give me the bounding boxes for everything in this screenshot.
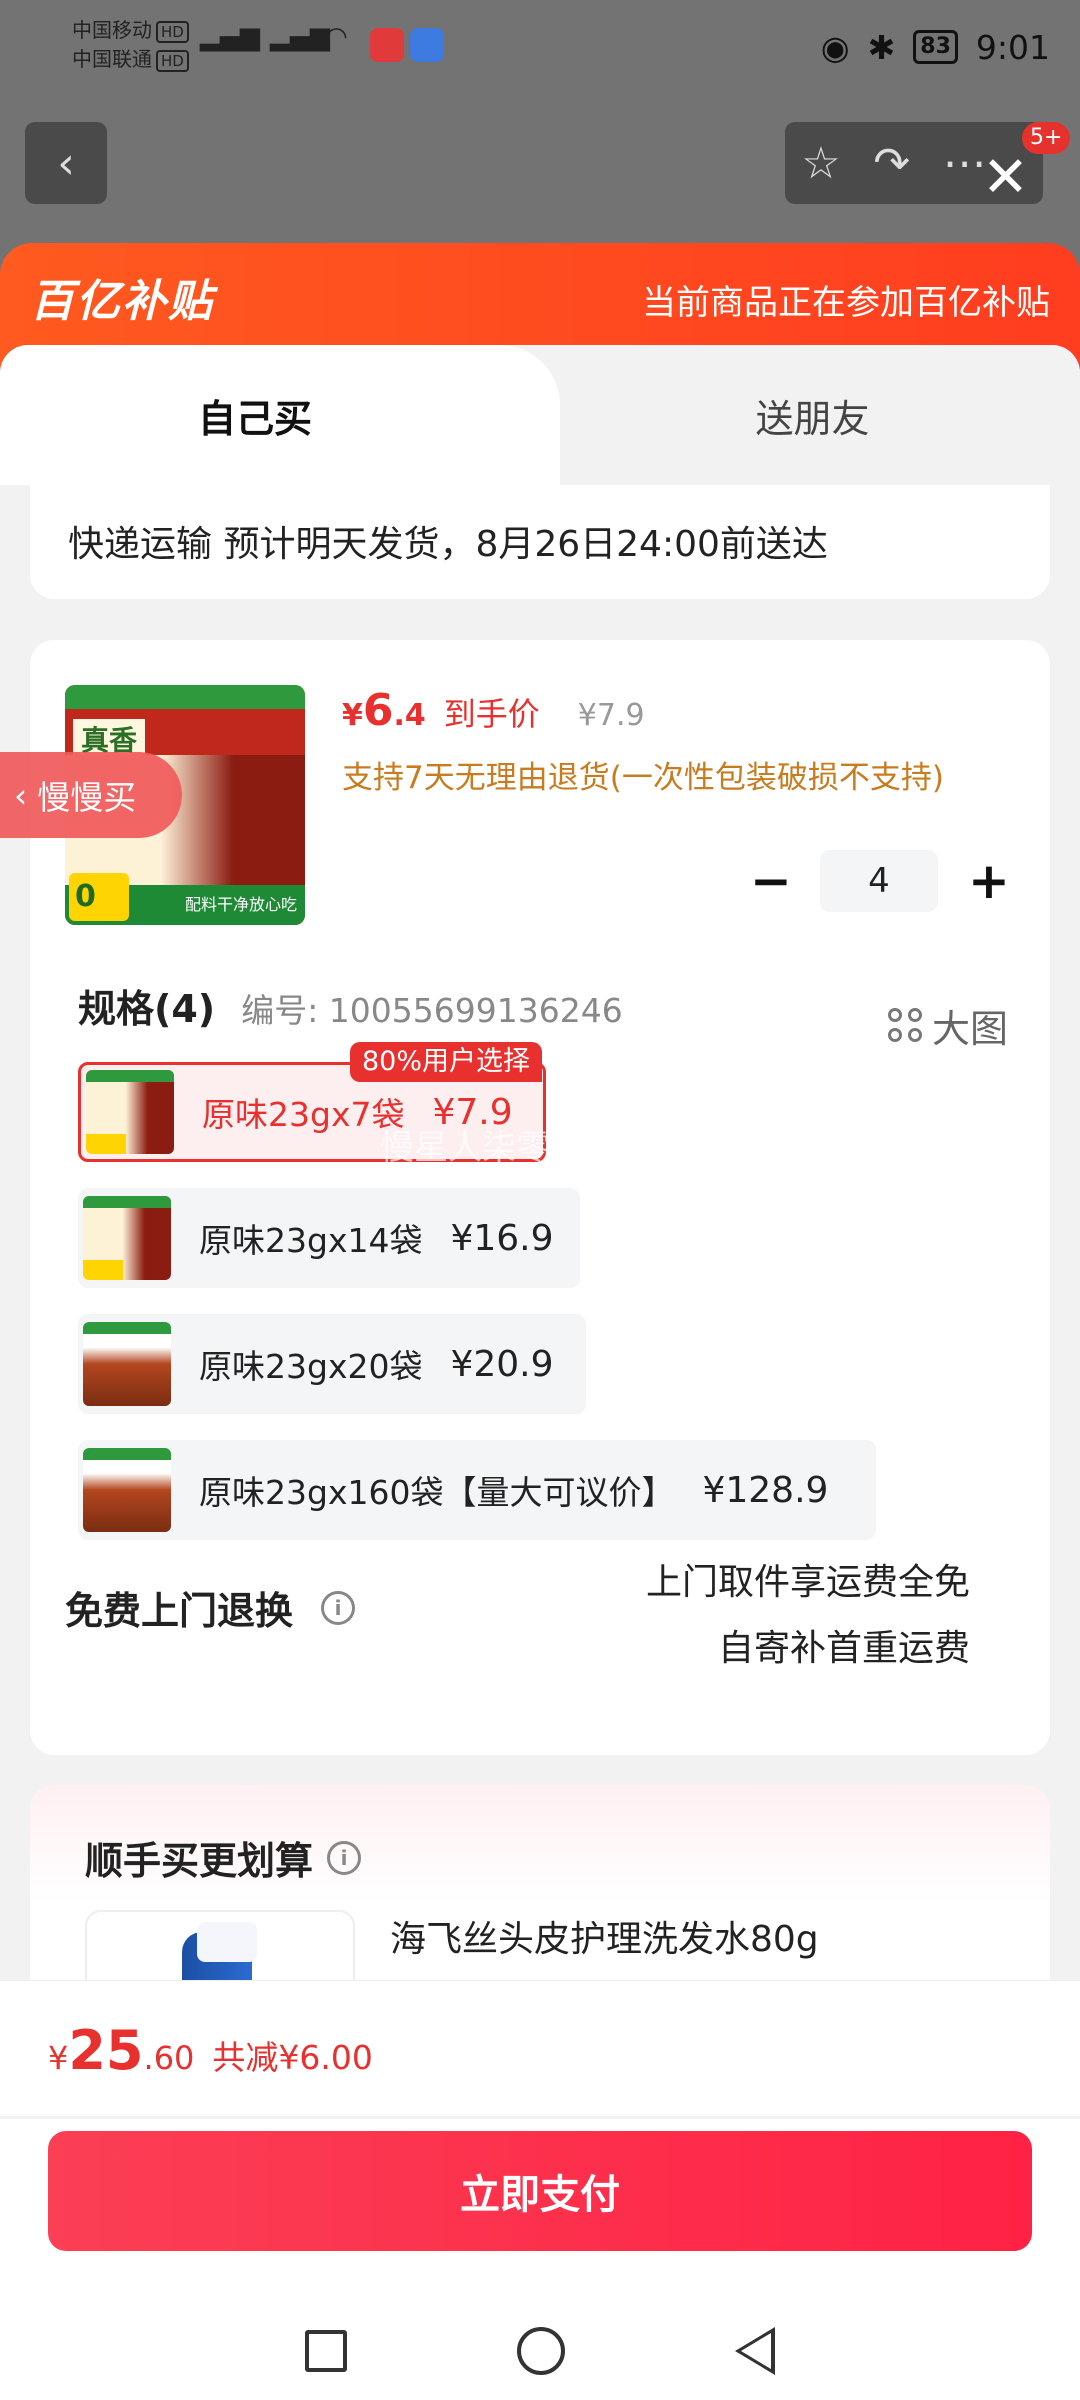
decrease-button[interactable]: − [750,852,792,910]
wifi-icon: ◠ [325,22,348,52]
big-image-label: 大图 [931,1006,1008,1051]
footer-divider [0,2116,1080,2119]
battery-indicator: 83 [913,30,958,64]
delivery-info: 快递运输 预计明天发货，8月26日24:00前送达 [30,485,1050,599]
free-return: 免费上门退换 i [65,1580,356,1635]
product-code: 编号: 10055699136246 [241,991,623,1030]
app-notification-icon [370,28,404,62]
increase-button[interactable]: + [968,852,1010,910]
grid-icon [887,1008,922,1042]
subsidy-text: 当前商品正在参加百亿补贴 [642,283,1050,323]
price-int: 6 [362,685,394,736]
side-float-label: 慢慢买 [37,778,137,817]
tab-gift[interactable]: 送朋友 [545,345,1080,485]
upsell-title-text: 顺手买更划算 [85,1839,314,1883]
back-button[interactable]: ‹ [25,122,107,204]
subsidy-logo: 百亿补贴 [30,276,214,327]
watermark: 慢星人柒零零 [380,1128,584,1168]
spec-header: 规格(4) 编号: 10055699136246 大图 [78,978,1008,1053]
total-currency: ¥ [48,2039,69,2077]
carrier-2: 中国联通 [72,47,152,71]
total-price: ¥ 25 .60 共减¥6.00 [48,2019,373,2082]
info-icon[interactable]: i [321,1590,356,1625]
star-icon[interactable]: ☆ [801,138,840,189]
back-nav-icon[interactable] [735,2327,775,2375]
tab-bar: 送朋友 自己买 [0,345,1080,485]
free-return-line-1: 上门取件享运费全免 [645,1562,970,1603]
tab-self-buy[interactable]: 自己买 [0,345,560,485]
share-icon[interactable]: ↷ [873,138,910,189]
spec-option-4[interactable]: 原味23gx160袋【量大可议价】 ¥128.9 [78,1440,876,1540]
free-return-title: 免费上门退换 [65,1589,294,1633]
status-right: ◉ ✱ 83 9:01 [821,22,1050,72]
eye-icon: ◉ [820,27,850,67]
checkout-footer: ¥ 25 .60 共减¥6.00 立即支付 [0,1980,1080,2400]
return-policy: 支持7天无理由退货(一次性包装破损不支持) [342,760,944,796]
hd-badge-1: HD [156,21,189,43]
signal-icon: ▂▄▆ [200,22,260,52]
spec-price: ¥20.9 [450,1343,554,1385]
price-symbol: ¥ [342,698,363,733]
spec-thumb [83,1448,171,1532]
spec-label: 原味23gx20袋 [199,1347,423,1386]
app-notification-icon-2 [410,28,444,62]
upsell-item-name[interactable]: 海飞丝头皮护理洗发水80g [390,1910,819,1962]
product-image-banner [65,685,305,709]
spec-label: 原味23gx14袋 [199,1221,423,1260]
final-price: ¥6.4 [342,685,426,736]
total-saving: 共减¥6.00 [212,2038,373,2077]
price-dec: .4 [393,698,426,733]
free-return-details: 上门取件享运费全免 自寄补首重运费 [646,1550,970,1682]
carrier-info: 中国移动 HD 中国联通 HD [72,16,189,74]
spec-thumb [83,1322,171,1406]
info-icon[interactable]: i [327,1840,362,1875]
spec-price: ¥16.9 [450,1217,554,1259]
pay-now-button[interactable]: 立即支付 [48,2131,1032,2251]
spec-thumb [83,1196,171,1280]
spec-option-3[interactable]: 原味23gx20袋 ¥20.9 [78,1314,586,1414]
big-image-button[interactable]: 大图 [887,998,1008,1053]
system-nav-bar [0,2301,1080,2400]
popular-badge: 80%用户选择 [350,1042,543,1082]
shampoo-cap-image [197,1922,257,1962]
more-icon[interactable]: ⋯ [943,138,987,189]
notification-badge: 5+ [1022,122,1071,154]
quantity-stepper: − 4 + [750,850,1010,912]
total-int: 25 [68,2019,144,2082]
chevron-left-icon: ‹ [57,137,75,189]
close-icon[interactable]: ✕ [982,150,1029,206]
side-float-tag[interactable]: ‹ 慢慢买 [0,752,182,838]
home-icon[interactable] [517,2327,565,2375]
quantity-input[interactable]: 4 [820,850,938,912]
upsell-title: 顺手买更划算 i [85,1830,362,1885]
bluetooth-icon: ✱ [867,27,896,67]
total-dec: .60 [143,2039,195,2077]
spec-thumb [86,1070,174,1154]
signal-icon-2: ▂▄▆ [270,22,330,52]
carrier-1: 中国移动 [72,18,152,42]
product-image-zero-badge: 0 [69,873,129,921]
upsell-item-image[interactable] [85,1910,355,1980]
spec-label: 原味23gx7袋 [202,1095,405,1134]
spec-option-2[interactable]: 原味23gx14袋 ¥16.9 [78,1188,580,1288]
spec-title: 规格(4) [78,987,216,1031]
hd-badge-2: HD [156,50,189,72]
recent-apps-icon[interactable] [305,2330,347,2372]
delivery-text: 快递运输 预计明天发货，8月26日24:00前送达 [68,524,828,565]
price-line: ¥6.4 到手价 ¥7.9 [342,685,645,736]
original-price: ¥7.9 [577,698,645,733]
spec-label: 原味23gx160袋【量大可议价】 [199,1473,675,1512]
chevron-left-icon: ‹ [14,775,28,815]
clock: 9:01 [975,27,1050,67]
upsell-card: 顺手买更划算 i 海飞丝头皮护理洗发水80g [30,1785,1050,1980]
final-price-label: 到手价 [443,695,540,733]
free-return-line-2: 自寄补首重运费 [717,1628,970,1669]
spec-price: ¥128.9 [702,1469,829,1511]
product-card: 真香 配料干净放心吃 0 ¥6.4 到手价 ¥7.9 支持7天无理由退货(一次性… [30,640,1050,1755]
status-bar: 中国移动 HD 中国联通 HD ▂▄▆ ▂▄▆ ◠ ◉ ✱ 83 9:01 [0,0,1080,95]
